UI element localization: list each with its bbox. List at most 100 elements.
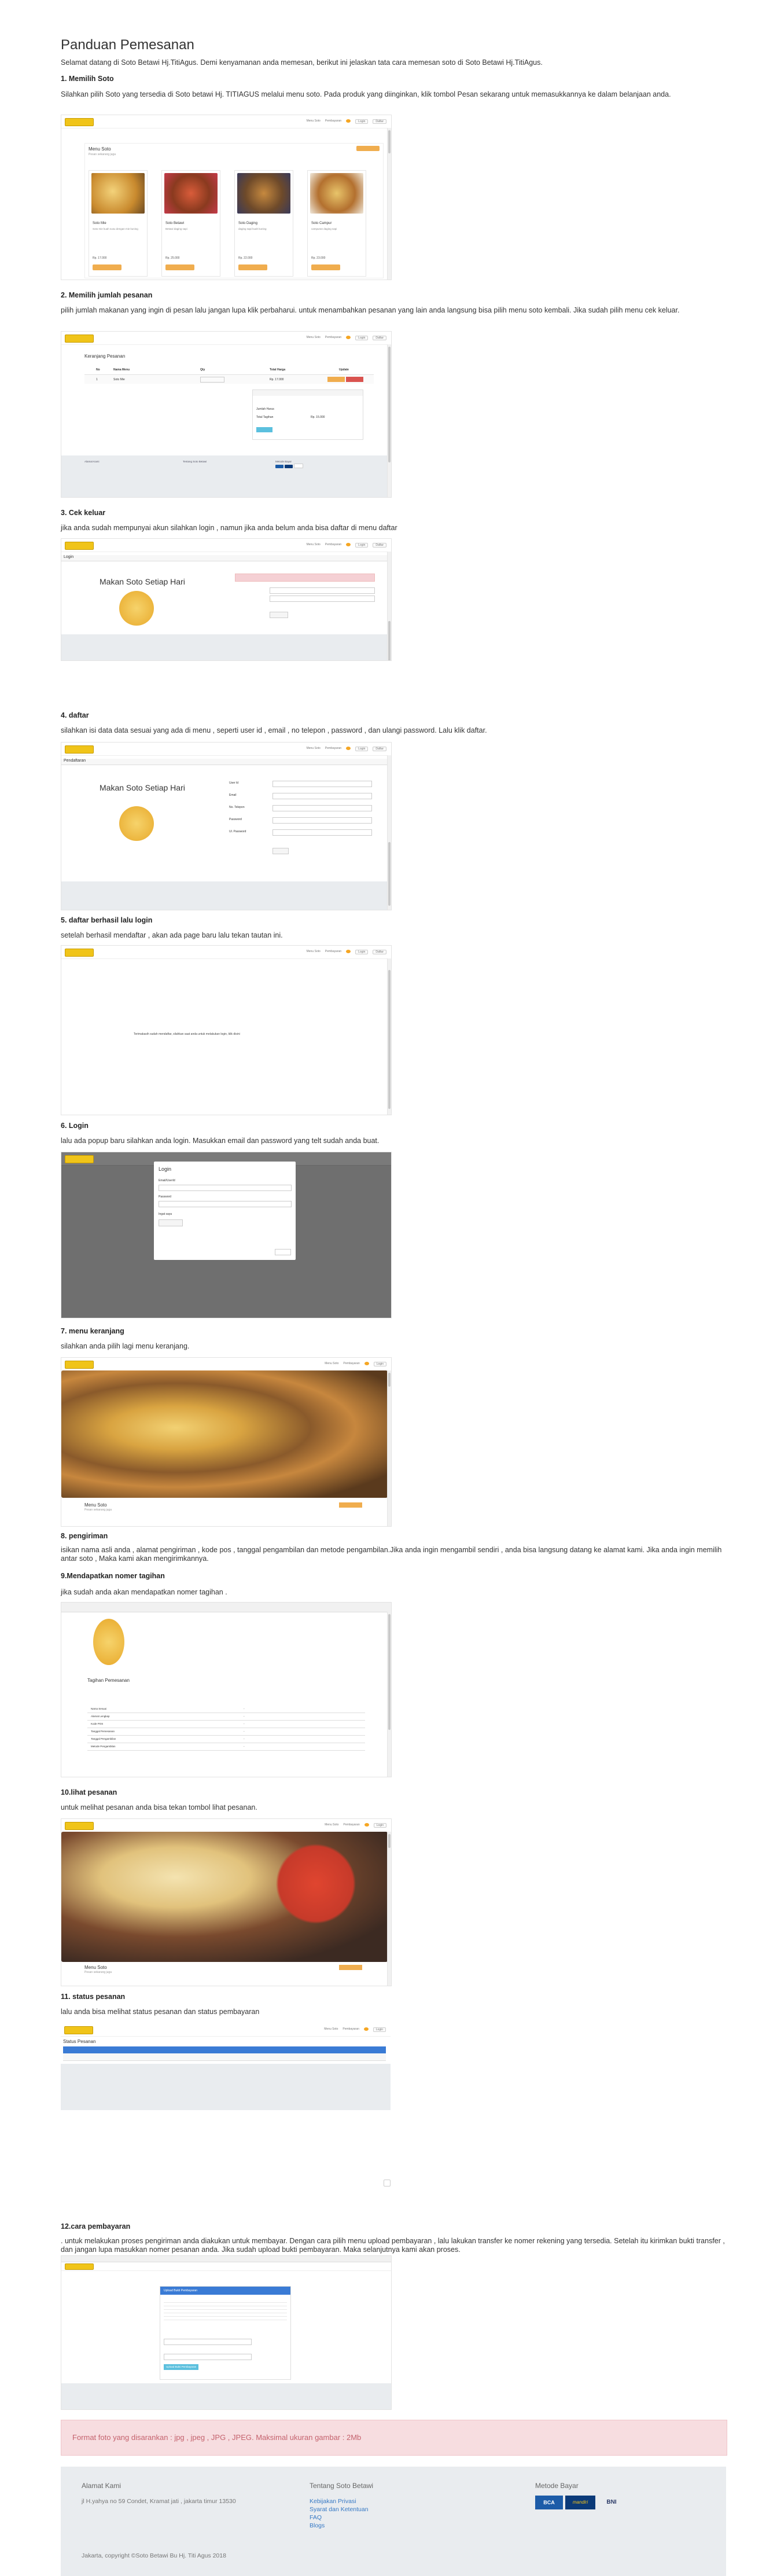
mandiri-logo: mandiri bbox=[565, 2496, 595, 2509]
email-field[interactable] bbox=[272, 793, 372, 799]
cart-icon[interactable] bbox=[346, 747, 351, 750]
nav-login[interactable]: Login bbox=[355, 543, 369, 547]
cart-icon[interactable] bbox=[346, 336, 351, 339]
delete-button[interactable] bbox=[346, 377, 363, 382]
menu-title: Menu Soto bbox=[89, 146, 111, 152]
file-input[interactable] bbox=[164, 2339, 252, 2345]
nav-login[interactable]: Login bbox=[355, 119, 369, 124]
site-footer bbox=[61, 634, 391, 660]
page-title: Panduan Pemesanan bbox=[61, 37, 194, 53]
pesan-button[interactable] bbox=[311, 264, 340, 270]
nav-pembayaran[interactable]: Pembayaran bbox=[343, 1362, 359, 1366]
modal-login-button[interactable] bbox=[159, 1219, 183, 1226]
site-footer bbox=[61, 881, 391, 910]
nav-menu-soto[interactable]: Menu Soto bbox=[307, 543, 321, 547]
scrollbar[interactable] bbox=[387, 1832, 391, 1986]
repeat-password-field[interactable] bbox=[272, 829, 372, 836]
nav-menu-soto[interactable]: Menu Soto bbox=[325, 1823, 338, 1828]
cart-icon[interactable] bbox=[346, 950, 351, 953]
nav-menu-soto[interactable]: Menu Soto bbox=[325, 1362, 338, 1366]
step-12-title: 12.cara pembayaran bbox=[61, 2222, 131, 2230]
scrollbar[interactable] bbox=[387, 958, 391, 1115]
order-number-input[interactable] bbox=[164, 2354, 252, 2360]
nav-login[interactable]: Login bbox=[373, 2027, 386, 2032]
scrollbar[interactable] bbox=[387, 128, 391, 280]
nav-menu-soto[interactable]: Menu Soto bbox=[324, 2027, 338, 2032]
footer-link-blogs[interactable]: Blogs bbox=[310, 2522, 325, 2529]
nav-menu-soto[interactable]: Menu Soto bbox=[307, 119, 321, 124]
step-10-title: 10.lihat pesanan bbox=[61, 1788, 117, 1796]
format-warning-banner: Format foto yang disarankan : jpg , jpeg… bbox=[61, 2420, 727, 2456]
nav-menu-soto[interactable]: Menu Soto bbox=[307, 950, 321, 954]
menu-button[interactable] bbox=[339, 1965, 362, 1970]
scrollbar[interactable] bbox=[387, 344, 391, 497]
mascot-image bbox=[93, 1619, 124, 1665]
pesan-button[interactable] bbox=[93, 264, 121, 270]
nav-login[interactable]: Login bbox=[355, 950, 369, 954]
scroll-down-icon[interactable] bbox=[384, 2180, 391, 2187]
remember-checkbox[interactable]: Ingat saya bbox=[159, 1212, 172, 1216]
password-field[interactable] bbox=[270, 596, 375, 602]
upload-button[interactable]: Upload Bukti Pembayaran bbox=[164, 2364, 199, 2370]
nav-daftar[interactable]: Daftar bbox=[373, 747, 386, 751]
status-table-header bbox=[63, 2046, 386, 2053]
scrollbar[interactable] bbox=[387, 552, 391, 660]
footer-about-heading: Tentang Soto Betawi bbox=[310, 2482, 374, 2490]
nav-menu-soto[interactable]: Menu Soto bbox=[307, 747, 321, 751]
pesan-button[interactable] bbox=[238, 264, 267, 270]
menu-subtitle: Pesan sekarang juga bbox=[84, 1508, 112, 1512]
login-button[interactable] bbox=[270, 612, 288, 618]
cart-icon[interactable] bbox=[364, 1823, 369, 1827]
food-image bbox=[237, 173, 290, 214]
menu-button[interactable] bbox=[356, 146, 380, 151]
password-field[interactable] bbox=[159, 1201, 292, 1207]
nav-login[interactable]: Login bbox=[355, 336, 369, 340]
email-field[interactable] bbox=[159, 1185, 292, 1191]
nav-login[interactable]: Login bbox=[373, 1823, 386, 1828]
pesan-button[interactable] bbox=[165, 264, 194, 270]
nav-daftar[interactable]: Daftar bbox=[373, 543, 386, 547]
nav-pembayaran[interactable]: Pembayaran bbox=[325, 747, 341, 751]
nav-pembayaran[interactable]: Pembayaran bbox=[343, 2027, 359, 2032]
menu-button[interactable] bbox=[339, 1502, 362, 1508]
nav-pembayaran[interactable]: Pembayaran bbox=[325, 119, 341, 124]
step-11-title: 11. status pesanan bbox=[61, 1993, 126, 2001]
modal-close-button[interactable] bbox=[275, 1249, 291, 1255]
nav-pembayaran[interactable]: Pembayaran bbox=[325, 950, 341, 954]
update-button[interactable] bbox=[327, 377, 345, 382]
cart-icon[interactable] bbox=[346, 543, 351, 546]
footer-link-terms[interactable]: Syarat dan Ketentuan bbox=[310, 2506, 369, 2513]
nav-daftar[interactable]: Daftar bbox=[373, 950, 386, 954]
nav-menu-soto[interactable]: Menu Soto bbox=[307, 336, 321, 340]
footer-link-faq[interactable]: FAQ bbox=[310, 2514, 322, 2521]
nav-pembayaran[interactable]: Pembayaran bbox=[325, 336, 341, 340]
password-field[interactable] bbox=[272, 817, 372, 824]
phone-field[interactable] bbox=[272, 805, 372, 811]
menu-card: Soto Daging daging sapi kuah kuning Rp. 22… bbox=[234, 170, 293, 277]
nav-pembayaran[interactable]: Pembayaran bbox=[325, 543, 341, 547]
scrollbar[interactable] bbox=[387, 1612, 391, 1777]
step-3-title: 3. Cek keluar bbox=[61, 509, 106, 517]
scrollbar[interactable] bbox=[387, 1370, 391, 1526]
logo bbox=[65, 1155, 94, 1163]
cart-icon[interactable] bbox=[363, 2027, 369, 2031]
nav-login[interactable]: Login bbox=[373, 1362, 386, 1366]
scrollbar[interactable] bbox=[387, 755, 391, 910]
cart-icon[interactable] bbox=[364, 1362, 369, 1365]
menu-card: Soto Mie Soto mie kuah susu dengan mie ku… bbox=[89, 170, 148, 277]
userid-field[interactable] bbox=[272, 781, 372, 787]
screenshot-tagihan: Tagihan Pemesanan Nama Sesuai - Alamat Le… bbox=[61, 1602, 392, 1777]
nav-daftar[interactable]: Daftar bbox=[373, 336, 386, 340]
nav-daftar[interactable]: Daftar bbox=[373, 119, 386, 124]
nav-login[interactable]: Login bbox=[355, 747, 369, 751]
cart-icon[interactable] bbox=[346, 119, 351, 123]
site-footer: Alamat Kami jl H.yahya no 59 Condet, Kra… bbox=[61, 2467, 726, 2576]
footer-link-privacy[interactable]: Kebijakan Privasi bbox=[310, 2498, 356, 2505]
nav-pembayaran[interactable]: Pembayaran bbox=[343, 1823, 359, 1828]
logo bbox=[65, 118, 94, 126]
email-field[interactable] bbox=[270, 587, 375, 594]
checkout-button[interactable] bbox=[256, 427, 272, 432]
daftar-button[interactable] bbox=[272, 848, 289, 854]
screenshot-menu-keranjang: Menu Soto Pembayaran Login Menu Soto Pesan… bbox=[61, 1357, 392, 1527]
qty-input[interactable] bbox=[200, 377, 224, 383]
